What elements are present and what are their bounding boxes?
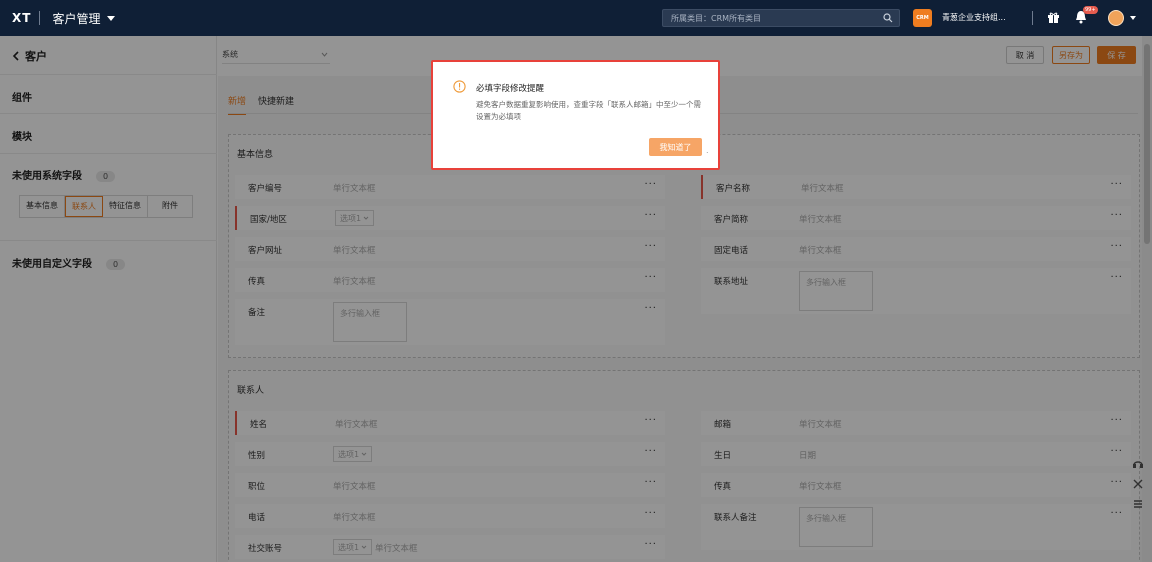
app-logo[interactable]: XT [12,11,31,25]
app-title[interactable]: 客户管理 [52,10,100,27]
dialog-message: 避免客户数据重复影响使用，查重字段「联系人邮箱」中至少一个需设置为必填项 [476,100,701,121]
dialog-title: 必填字段修改提醒 [476,84,545,94]
required-field-reminder-dialog: 必填字段修改提醒 避免客户数据重复影响使用，查重字段「联系人邮箱」中至少一个需设… [431,60,720,170]
notification-badge: 99+ [1083,6,1098,14]
search-placeholder: 所属类目：CRM所有类目 [671,13,762,23]
gift-icon[interactable] [1047,11,1060,24]
global-search-input[interactable]: 所属类目：CRM所有类目 [662,9,900,27]
avatar[interactable] [1108,10,1124,26]
logo-divider [39,11,41,25]
chevron-down-icon[interactable] [107,15,116,21]
info-icon [453,80,466,93]
top-bar: XT 客户管理 所属类目：CRM所有类目 CRM 青葱企业支持组... 99+ [0,0,1152,36]
chevron-down-icon[interactable] [1130,16,1136,20]
acknowledge-button[interactable]: 我知道了 [649,138,702,156]
search-icon[interactable] [883,13,893,23]
org-name[interactable]: 青葱企业支持组... [942,12,1006,23]
dialog-trailing-text: . [706,146,709,155]
org-logo-icon[interactable]: CRM [913,9,932,27]
topbar-divider [1032,11,1033,25]
